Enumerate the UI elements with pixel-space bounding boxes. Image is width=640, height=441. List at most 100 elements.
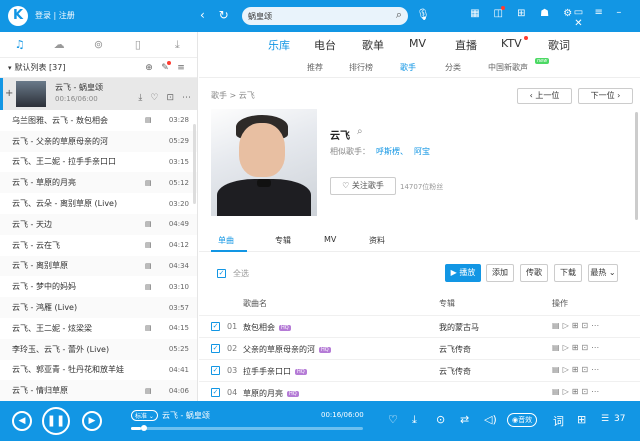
table-row[interactable]: ✓ 04 草原的月亮 HQ ▤▷⊞⊡⋯ <box>199 381 640 403</box>
refresh-icon[interactable]: ↻ <box>219 8 229 22</box>
tab-ktv[interactable]: KTV <box>501 37 522 50</box>
progress-bar[interactable] <box>131 427 363 430</box>
device-icon[interactable]: ▯ <box>118 32 157 57</box>
song-album[interactable]: 云飞传奇 <box>439 344 471 355</box>
tab-mv[interactable]: MV <box>324 235 336 244</box>
subtab-recommend[interactable]: 推荐 <box>307 62 323 73</box>
search-icon[interactable]: ⌕ <box>357 126 363 137</box>
now-playing-title[interactable]: 云飞 - 蜗皇颂 <box>162 411 210 420</box>
list-item[interactable]: 云飞 - 云在飞 ▤ 04:12 <box>0 235 197 256</box>
more-icon[interactable]: ⋯ <box>591 343 602 352</box>
song-album[interactable]: 我的蒙古马 <box>439 322 479 333</box>
next-icon[interactable]: ▶ <box>82 411 102 431</box>
song-title[interactable]: 拉手手亲口口 HQ <box>243 366 307 377</box>
list-item[interactable]: 云飞 - 鸿雁 (Live) 03:57 <box>0 297 197 318</box>
more-icon[interactable]: ⋯ <box>182 93 191 103</box>
content-scrollbar[interactable] <box>635 112 638 220</box>
mv-icon[interactable]: ▤ <box>145 262 163 270</box>
tab-lyrics[interactable]: 歌词 <box>548 37 570 53</box>
playlist-icon[interactable]: ☰ <box>601 414 609 424</box>
table-row[interactable]: ✓ 02 父亲的草原母亲的河 HQ 云飞传奇 ▤▷⊞⊡⋯ <box>199 337 640 359</box>
send-button[interactable]: 传歌 <box>520 264 548 282</box>
download-icon[interactable]: ⊡ <box>581 343 591 352</box>
row-checkbox[interactable]: ✓ <box>211 322 220 331</box>
more-icon[interactable]: ⋯ <box>591 321 602 330</box>
download-icon[interactable]: ⤓ <box>138 93 142 103</box>
mv-icon[interactable]: ▤ <box>145 387 163 395</box>
mv-icon[interactable]: ▤ <box>145 324 163 332</box>
volume-icon[interactable]: ◁) <box>484 413 497 426</box>
grid-icon[interactable]: ▦ <box>465 8 485 19</box>
table-row[interactable]: ✓ 03 拉手手亲口口 HQ 云飞传奇 ▤▷⊞⊡⋯ <box>199 359 640 381</box>
list-item[interactable]: 云飞 - 草原的月亮 ▤ 05:12 <box>0 172 197 194</box>
mv-icon[interactable]: ▤ <box>145 220 163 228</box>
tab-albums[interactable]: 专辑 <box>275 235 291 246</box>
share-icon[interactable]: ⊙ <box>436 413 445 426</box>
skin-icon[interactable]: ☗ <box>535 8 555 19</box>
list-item[interactable]: 云飞、云朵 - 离别草原 (Live) 03:20 <box>0 193 197 214</box>
tab-radio[interactable]: 电台 <box>314 37 336 53</box>
shirt-icon[interactable]: ⊞ <box>511 8 531 19</box>
download-icon[interactable]: ⤓ <box>158 32 197 57</box>
tab-live[interactable]: 直播 <box>455 37 477 53</box>
mv-icon[interactable]: ▤ <box>145 116 163 124</box>
tab-info[interactable]: 资料 <box>369 235 385 246</box>
playlist-header[interactable]: ▾ 默认列表 [37] ⊕ ✎ ≡ <box>0 58 197 78</box>
song-title[interactable]: 草原的月亮 HQ <box>243 388 299 399</box>
more-icon[interactable]: ⋯ <box>591 365 602 374</box>
delete-icon[interactable]: ⊡ <box>166 93 174 103</box>
download-button[interactable]: 下载 <box>554 264 582 282</box>
heart-icon[interactable]: ♡ <box>150 93 158 103</box>
play-icon[interactable]: ▷ <box>563 365 572 374</box>
mv-icon[interactable]: ▤ <box>145 179 163 187</box>
more-icon[interactable]: ⋯ <box>591 387 602 396</box>
subtab-categories[interactable]: 分类 <box>445 62 461 73</box>
game-icon[interactable]: ◫ <box>488 6 508 19</box>
select-all-checkbox[interactable]: ✓ <box>217 269 226 278</box>
heart-icon[interactable]: ♡ <box>388 413 398 426</box>
add-icon[interactable]: ⊞ <box>572 321 582 330</box>
tab-library[interactable]: 乐库 <box>268 37 290 53</box>
related-singer-link[interactable]: 阿宝 <box>414 147 430 156</box>
back-icon[interactable]: ‹ <box>200 8 205 22</box>
play-icon[interactable]: ▷ <box>563 387 572 396</box>
playmode-icon[interactable]: ⇄ <box>460 413 469 426</box>
mv-icon[interactable]: ▤ <box>552 343 563 352</box>
row-checkbox[interactable]: ✓ <box>211 366 220 375</box>
music-note-icon[interactable]: ♫ <box>0 32 39 57</box>
list-item[interactable]: 云飞 - 父亲的草原母亲的河 05:29 <box>0 130 197 152</box>
app-logo[interactable]: K <box>8 6 28 26</box>
download-icon[interactable]: ⊡ <box>581 365 591 374</box>
search-icon[interactable]: ⌕ <box>396 8 402 22</box>
list-item[interactable]: 乌兰图雅、云飞 - 敖包相会 ▤ 03:28 <box>0 110 197 131</box>
list-item[interactable]: 云飞 - 天边 ▤ 04:49 <box>0 213 197 235</box>
edit-icon[interactable]: ✎ <box>157 60 173 73</box>
next-singer-button[interactable]: 下一位 › <box>578 88 633 104</box>
menu-icon[interactable]: ≡ <box>590 7 607 18</box>
song-title[interactable]: 父亲的草原母亲的河 HQ <box>243 344 331 355</box>
list-item[interactable]: 云飞、王二妮 - 拉手手亲口口 03:15 <box>0 152 197 173</box>
minimize-icon[interactable]: – <box>610 7 627 18</box>
list-item[interactable]: 李玲玉、云飞 - 蕾外 (Live) 05:25 <box>0 338 197 360</box>
current-track[interactable]: + 云飞 - 蜗皇颂 00:16/06:00 ⤓ ♡ ⊡ ⋯ <box>0 78 197 110</box>
subtab-voice-of-china[interactable]: 中国新歌声 <box>488 62 528 73</box>
radio-icon[interactable]: ⊚ <box>79 32 118 57</box>
table-row[interactable]: ✓ 01 敖包相会 HQ 我的蒙古马 ▤▷⊞⊡⋯ <box>199 315 640 337</box>
mv-icon[interactable]: ▤ <box>552 321 563 330</box>
tab-singles[interactable]: 单曲 <box>218 235 234 246</box>
play-icon[interactable]: ▷ <box>563 321 572 330</box>
pause-icon[interactable]: ❚❚ <box>42 407 70 435</box>
list-item[interactable]: 云飞 - 情归草原 ▤ 04:06 <box>0 380 197 402</box>
more-icon[interactable]: ≡ <box>173 63 189 73</box>
add-icon[interactable]: ⊞ <box>572 343 582 352</box>
login-register-link[interactable]: 登录 | 注册 <box>35 10 75 21</box>
breadcrumb[interactable]: 歌手 > 云飞 <box>211 90 255 101</box>
related-singer-link[interactable]: 呼斯楞、 <box>376 147 408 156</box>
song-album[interactable]: 云飞传奇 <box>439 366 471 377</box>
plus-icon[interactable]: + <box>5 88 13 99</box>
subtab-singers[interactable]: 歌手 <box>400 62 416 73</box>
subtab-charts[interactable]: 排行榜 <box>349 62 373 73</box>
previous-icon[interactable]: ◀ <box>12 411 32 431</box>
progress-knob[interactable] <box>141 425 147 431</box>
cloud-icon[interactable]: ☁ <box>39 32 78 57</box>
